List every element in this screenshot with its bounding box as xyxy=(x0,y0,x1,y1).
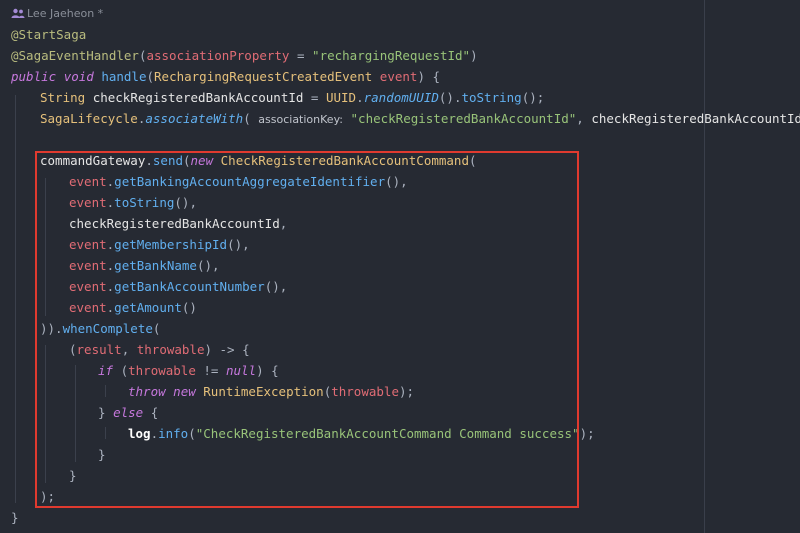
indent-guide xyxy=(15,95,16,503)
to-string-call: toString xyxy=(461,90,522,105)
code-line: @SagaEventHandler(associationProperty = … xyxy=(11,48,478,63)
event-param: event xyxy=(379,69,418,84)
type-string: String xyxy=(40,90,86,105)
association-property-name: associationProperty xyxy=(146,48,290,63)
variable-check-id: checkRegisteredBankAccountId xyxy=(92,90,304,105)
association-property-value: "rechargingRequestId" xyxy=(312,48,471,63)
keyword-void: void xyxy=(63,69,94,84)
code-editor[interactable]: Lee Jaeheon * @StartSaga @SagaEventHandl… xyxy=(0,0,800,533)
method-name: handle xyxy=(101,69,147,84)
associate-with-call: associateWith xyxy=(145,111,244,126)
event-type: RechargingRequestCreatedEvent xyxy=(154,69,373,84)
code-author-hint[interactable]: Lee Jaeheon * xyxy=(11,4,103,24)
code-line: String checkRegisteredBankAccountId = UU… xyxy=(40,90,545,105)
variable-check-id: checkRegisteredBankAccountId xyxy=(591,111,800,126)
code-line: } xyxy=(11,510,19,525)
code-line: public void handle(RechargingRequestCrea… xyxy=(11,69,441,84)
author-name: Lee Jaeheon * xyxy=(27,7,104,20)
parameter-name-hint: associationKey: xyxy=(258,113,343,126)
keyword-public: public xyxy=(11,69,57,84)
users-icon xyxy=(11,8,25,18)
annotation-saga-event-handler: @SagaEventHandler xyxy=(11,48,139,63)
check-id-string: "checkRegisteredBankAccountId" xyxy=(350,111,577,126)
uuid-class: UUID xyxy=(325,90,357,105)
annotation-start-saga: @StartSaga xyxy=(11,27,87,42)
highlight-box xyxy=(35,151,579,508)
saga-lifecycle-class: SagaLifecycle xyxy=(40,111,138,126)
code-line: SagaLifecycle.associateWith( association… xyxy=(40,108,800,129)
code-line: @StartSaga xyxy=(11,24,86,45)
random-uuid-call: randomUUID xyxy=(363,90,439,105)
right-margin-guide xyxy=(704,0,705,533)
